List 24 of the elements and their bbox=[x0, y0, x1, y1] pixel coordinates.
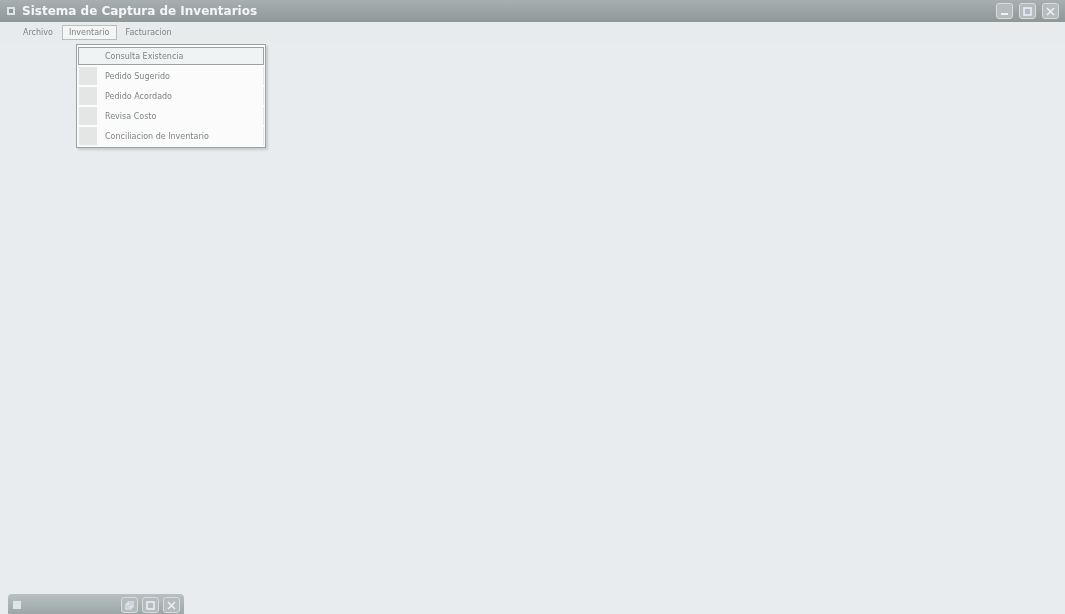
menu-option[interactable]: Pedido Sugerido bbox=[78, 67, 264, 85]
menu-item[interactable]: Archivo bbox=[16, 24, 60, 40]
window-title: Sistema de Captura de Inventarios bbox=[22, 4, 258, 18]
maximize-button[interactable] bbox=[142, 597, 159, 613]
app-icon bbox=[6, 6, 16, 16]
menu-item[interactable]: Facturacion bbox=[118, 24, 179, 40]
menu-option[interactable]: Revisa Costo bbox=[78, 107, 264, 125]
restore-button[interactable] bbox=[121, 597, 138, 613]
restore-icon bbox=[125, 600, 134, 610]
minimized-window[interactable] bbox=[8, 594, 184, 614]
minimize-icon bbox=[1001, 12, 1008, 15]
menu-option[interactable]: Conciliacion de Inventario bbox=[78, 127, 264, 145]
menu-option[interactable]: Consulta Existencia bbox=[78, 47, 264, 65]
maximize-icon bbox=[146, 600, 155, 610]
menu-option[interactable]: Pedido Acordado bbox=[78, 87, 264, 105]
menu-item[interactable]: Inventario bbox=[61, 24, 117, 40]
close-icon bbox=[167, 600, 176, 610]
maximize-button[interactable] bbox=[1019, 3, 1036, 19]
close-icon bbox=[1046, 6, 1055, 16]
close-button[interactable] bbox=[1042, 3, 1059, 19]
minimize-button[interactable] bbox=[996, 3, 1013, 19]
window-icon bbox=[12, 600, 22, 610]
close-button[interactable] bbox=[163, 597, 180, 613]
maximize-icon bbox=[1023, 6, 1032, 16]
